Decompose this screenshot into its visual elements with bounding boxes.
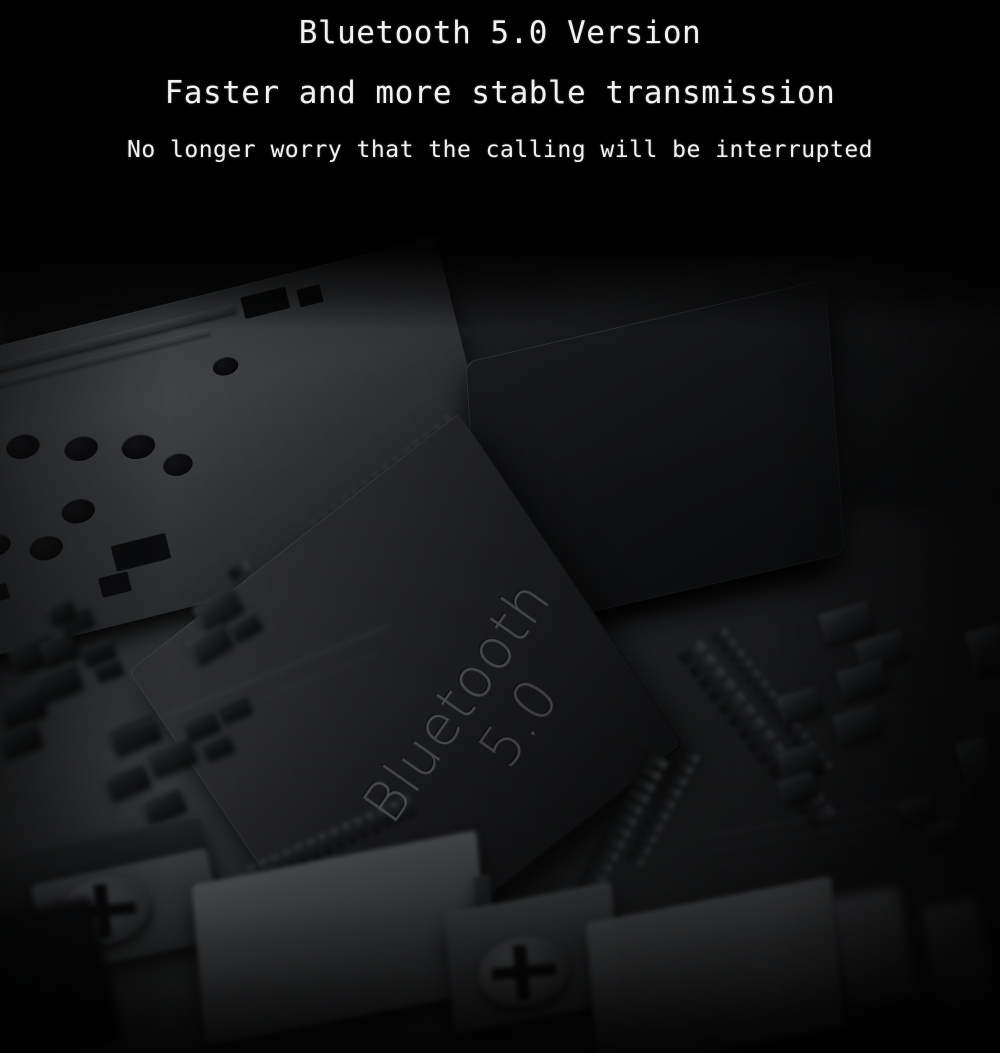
headline-caption: No longer worry that the calling will be… [126,137,874,163]
bluetooth-feature-banner: LORAIN [0,0,1000,1053]
headline-title: Bluetooth 5.0 Version [298,15,702,51]
bottom-vignette [0,903,1000,1053]
headline-block: Bluetooth 5.0 Version Faster and more st… [0,0,1000,235]
headline-subtitle: Faster and more stable transmission [164,75,836,111]
